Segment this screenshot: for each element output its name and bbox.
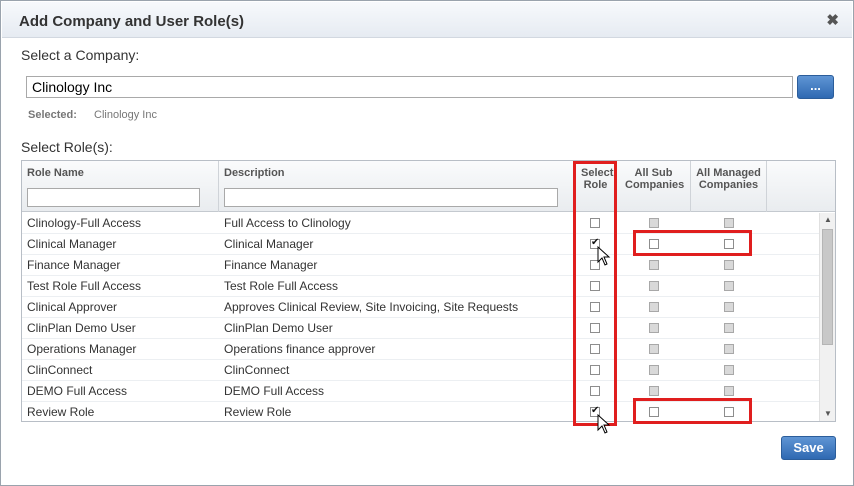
clinical-manager-options-highlight	[633, 230, 752, 256]
table-row[interactable]: ClinConnect ClinConnect	[22, 360, 819, 381]
scrollbar-thumb[interactable]	[822, 229, 833, 345]
column-header-description[interactable]: Description	[219, 161, 575, 212]
role-name-cell: Clinology-Full Access	[27, 216, 142, 230]
grid-scrollbar[interactable]: ▲ ▼	[819, 213, 835, 421]
add-company-dialog: Add Company and User Role(s) ✖ Select a …	[0, 0, 854, 486]
description-cell: Clinical Manager	[224, 237, 314, 251]
table-row[interactable]: Operations Manager Operations finance app…	[22, 339, 819, 360]
all-managed-companies-checkbox	[724, 218, 734, 228]
role-name-cell: ClinConnect	[27, 363, 93, 377]
all-sub-companies-checkbox	[649, 281, 659, 291]
role-name-cell: Test Role Full Access	[27, 279, 142, 293]
all-sub-companies-checkbox	[649, 302, 659, 312]
all-managed-companies-checkbox	[724, 386, 734, 396]
description-cell: Test Role Full Access	[224, 279, 339, 293]
description-cell: ClinPlan Demo User	[224, 321, 333, 335]
company-input[interactable]	[26, 76, 793, 98]
save-button[interactable]: Save	[781, 436, 836, 460]
roles-grid: Role Name Description Select Role All Su…	[21, 160, 836, 422]
description-cell: Approves Clinical Review, Site Invoicing…	[224, 300, 519, 314]
scroll-up-arrow-icon[interactable]: ▲	[820, 213, 835, 227]
grid-header: Role Name Description Select Role All Su…	[22, 161, 835, 212]
description-cell: ClinConnect	[224, 363, 290, 377]
role-name-cell: Operations Manager	[27, 342, 137, 356]
description-cell: Review Role	[224, 405, 292, 419]
all-sub-companies-checkbox	[649, 386, 659, 396]
all-managed-companies-checkbox	[724, 260, 734, 270]
all-sub-companies-checkbox	[649, 218, 659, 228]
role-name-cell: Finance Manager	[27, 258, 121, 272]
column-header-all-managed-companies: All Managed Companies	[691, 161, 767, 212]
select-roles-label: Select Role(s):	[21, 139, 113, 155]
all-managed-companies-checkbox	[724, 323, 734, 333]
review-role-options-highlight	[633, 398, 752, 424]
dialog-titlebar: Add Company and User Role(s) ✖	[2, 2, 852, 38]
description-cell: Full Access to Clinology	[224, 216, 351, 230]
select-company-label: Select a Company:	[21, 47, 140, 63]
table-row[interactable]: ClinPlan Demo User ClinPlan Demo User	[22, 318, 819, 339]
column-header-all-sub-companies: All Sub Companies	[617, 161, 691, 212]
all-sub-companies-checkbox	[649, 260, 659, 270]
description-cell: Finance Manager	[224, 258, 318, 272]
column-header-role-name[interactable]: Role Name	[22, 161, 219, 212]
role-name-cell: Clinical Approver	[27, 300, 118, 314]
select-role-column-highlight	[573, 161, 617, 426]
role-name-cell: Review Role	[27, 405, 95, 419]
browse-company-button[interactable]: ...	[797, 75, 834, 99]
dialog-title: Add Company and User Role(s)	[19, 13, 245, 30]
table-row[interactable]: Test Role Full Access Test Role Full Acce…	[22, 276, 819, 297]
description-cell: DEMO Full Access	[224, 384, 325, 398]
all-sub-companies-checkbox	[649, 365, 659, 375]
role-name-cell: DEMO Full Access	[27, 384, 128, 398]
table-row[interactable]: Finance Manager Finance Manager	[22, 255, 819, 276]
role-name-cell: Clinical Manager	[27, 237, 117, 251]
all-managed-companies-checkbox	[724, 344, 734, 354]
table-row[interactable]: Clinical Approver Approves Clinical Revie…	[22, 297, 819, 318]
selected-company-value: Clinology Inc	[94, 109, 157, 121]
mouse-cursor-icon	[597, 246, 611, 266]
all-sub-companies-checkbox	[649, 344, 659, 354]
selected-label: Selected:	[28, 109, 77, 121]
description-filter-input[interactable]	[224, 188, 558, 207]
all-sub-companies-checkbox	[649, 323, 659, 333]
role-name-cell: ClinPlan Demo User	[27, 321, 136, 335]
all-managed-companies-checkbox	[724, 302, 734, 312]
description-cell: Operations finance approver	[224, 342, 376, 356]
mouse-cursor-icon	[597, 414, 611, 434]
scroll-down-arrow-icon[interactable]: ▼	[820, 407, 835, 421]
role-name-filter-input[interactable]	[27, 188, 200, 207]
all-managed-companies-checkbox	[724, 365, 734, 375]
all-managed-companies-checkbox	[724, 281, 734, 291]
close-icon[interactable]: ✖	[826, 11, 839, 29]
